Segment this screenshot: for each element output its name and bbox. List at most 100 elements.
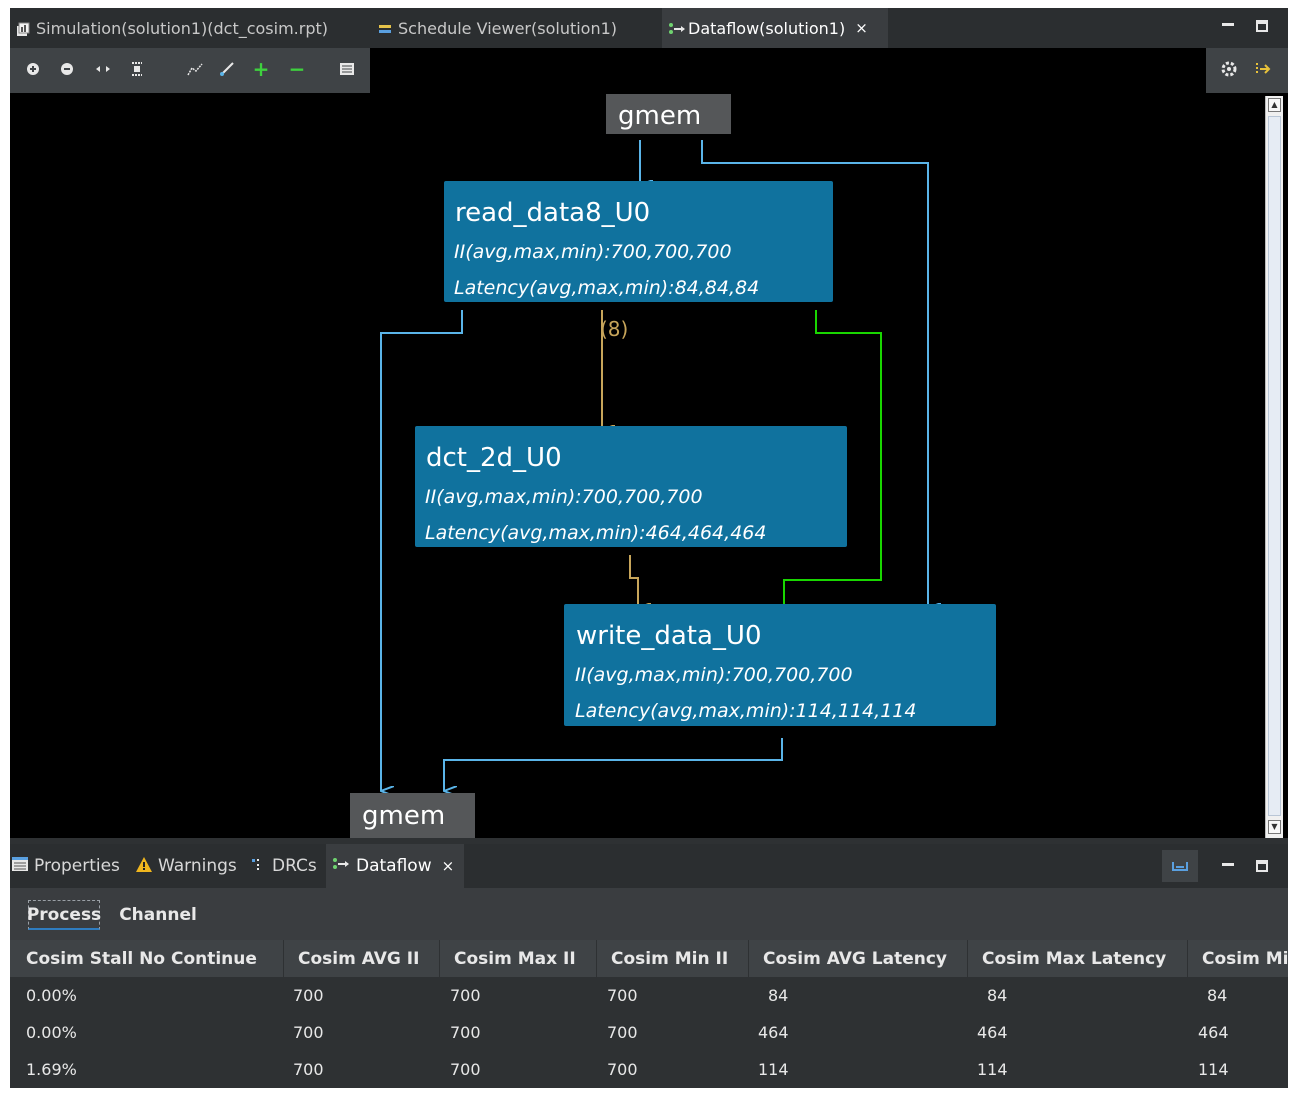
tab-label: Properties bbox=[34, 856, 120, 876]
table-cell: 0.00% bbox=[26, 986, 77, 1005]
report-icon bbox=[16, 21, 30, 36]
close-icon[interactable]: × bbox=[855, 19, 868, 37]
dataflow-canvas[interactable]: (8) gmem read_data8_U0 II(avg,max,min):7… bbox=[10, 48, 1288, 838]
zoom-in-icon[interactable] bbox=[24, 60, 42, 78]
column-header[interactable]: Cosim Mi bbox=[1188, 940, 1288, 977]
tab-label: Dataflow(solution1) bbox=[688, 18, 846, 38]
table-cell: 114 bbox=[1198, 1060, 1229, 1079]
table-cell: 700 bbox=[450, 1023, 481, 1042]
table-row[interactable]: 1.69% 700 700 700 114 114 114 bbox=[10, 1051, 1288, 1088]
schedule-icon bbox=[378, 21, 392, 35]
table-cell: 700 bbox=[293, 1023, 324, 1042]
tab-channel[interactable]: Channel bbox=[118, 900, 198, 930]
show-path-icon[interactable] bbox=[186, 60, 204, 78]
graph-toolbar-right bbox=[1206, 48, 1288, 93]
dataflow-icon bbox=[332, 857, 350, 875]
tab-properties[interactable]: Properties bbox=[12, 844, 126, 888]
node-ii: II(avg,max,min):700,700,700 bbox=[425, 486, 703, 508]
bottom-tab-bar: Properties Warnings DRCs Dataflow × bbox=[10, 844, 1288, 888]
tab-warnings[interactable]: Warnings bbox=[136, 844, 240, 888]
node-title: dct_2d_U0 bbox=[426, 443, 562, 473]
node-latency: Latency(avg,max,min):84,84,84 bbox=[454, 277, 759, 299]
tab-label: Simulation(solution1)(dct_cosim.rpt) bbox=[36, 18, 329, 38]
expand-icon[interactable]: + bbox=[252, 57, 270, 81]
warning-icon bbox=[136, 856, 152, 876]
node-read-data8[interactable]: read_data8_U0 II(avg,max,min):700,700,70… bbox=[444, 181, 833, 302]
table-cell: 464 bbox=[758, 1023, 789, 1042]
edge-read-to-gmem bbox=[380, 310, 463, 791]
tab-process[interactable]: Process bbox=[27, 900, 101, 930]
node-latency: Latency(avg,max,min):464,464,464 bbox=[425, 522, 766, 544]
table-cell: 464 bbox=[977, 1023, 1008, 1042]
tab-label: Warnings bbox=[158, 856, 237, 876]
tab-label: Dataflow bbox=[356, 856, 432, 876]
tab-label: DRCs bbox=[272, 856, 317, 876]
table-cell: 700 bbox=[450, 986, 481, 1005]
graph-toolbar: + − bbox=[10, 48, 370, 93]
table-cell: 700 bbox=[607, 986, 638, 1005]
column-header[interactable]: Cosim AVG Latency bbox=[749, 940, 968, 977]
collapse-icon[interactable]: − bbox=[288, 57, 306, 81]
scrollbar-thumb[interactable] bbox=[1268, 116, 1281, 816]
table-cell: 700 bbox=[450, 1060, 481, 1079]
scroll-up-icon[interactable]: ▲ bbox=[1268, 98, 1281, 112]
edge-dct-to-write bbox=[629, 555, 638, 608]
zoom-out-icon[interactable] bbox=[58, 60, 76, 78]
column-header[interactable]: Cosim Stall No Continue bbox=[12, 940, 284, 977]
column-header[interactable]: Cosim Min II bbox=[597, 940, 749, 977]
node-title: read_data8_U0 bbox=[455, 198, 650, 228]
tab-schedule-viewer[interactable]: Schedule Viewer(solution1) bbox=[378, 8, 648, 48]
vitis-hls-window: Simulation(solution1)(dct_cosim.rpt) Sch… bbox=[10, 8, 1288, 1088]
maximize-icon[interactable] bbox=[1256, 20, 1268, 32]
layout-icon[interactable] bbox=[338, 60, 356, 78]
minimize-icon[interactable] bbox=[1222, 20, 1234, 26]
highlight-icon[interactable] bbox=[218, 60, 236, 78]
node-dct-2d[interactable]: dct_2d_U0 II(avg,max,min):700,700,700 La… bbox=[415, 426, 847, 547]
column-header[interactable]: Cosim Max Latency bbox=[968, 940, 1188, 977]
dataflow-subtabs: Process Channel bbox=[10, 888, 1288, 940]
tab-label: Schedule Viewer(solution1) bbox=[398, 18, 618, 38]
tab-simulation-report[interactable]: Simulation(solution1)(dct_cosim.rpt) bbox=[12, 8, 372, 48]
node-ii: II(avg,max,min):700,700,700 bbox=[575, 664, 853, 686]
settings-icon[interactable] bbox=[1220, 60, 1238, 78]
node-ii: II(avg,max,min):700,700,700 bbox=[454, 241, 732, 263]
table-cell: 84 bbox=[768, 986, 789, 1005]
export-icon[interactable] bbox=[1254, 60, 1272, 78]
column-header[interactable]: Cosim AVG II bbox=[284, 940, 440, 977]
close-icon[interactable]: × bbox=[442, 857, 455, 875]
properties-icon bbox=[12, 857, 28, 875]
table-cell: 1.69% bbox=[26, 1060, 77, 1079]
node-write-data[interactable]: write_data_U0 II(avg,max,min):700,700,70… bbox=[564, 604, 996, 726]
column-header[interactable]: Cosim Max II bbox=[440, 940, 597, 977]
table-cell: 464 bbox=[1198, 1023, 1229, 1042]
gmem-bottom-node[interactable]: gmem bbox=[350, 793, 475, 838]
vertical-scrollbar[interactable]: ▲ ▼ bbox=[1265, 96, 1283, 838]
process-table: Cosim Stall No Continue Cosim AVG II Cos… bbox=[10, 940, 1288, 1088]
table-cell: 114 bbox=[977, 1060, 1008, 1079]
editor-tab-bar: Simulation(solution1)(dct_cosim.rpt) Sch… bbox=[10, 8, 1288, 48]
table-cell: 700 bbox=[293, 1060, 324, 1079]
tab-dataflow-panel[interactable]: Dataflow × bbox=[326, 844, 464, 888]
fit-page-icon[interactable] bbox=[128, 60, 146, 78]
maximize-icon[interactable] bbox=[1256, 860, 1268, 872]
tab-drcs[interactable]: DRCs bbox=[252, 844, 324, 888]
table-cell: 700 bbox=[607, 1060, 638, 1079]
edge-write-to-gmem bbox=[443, 738, 783, 791]
table-row[interactable]: 0.00% 700 700 700 464 464 464 bbox=[10, 1014, 1288, 1051]
restore-panel-icon[interactable] bbox=[1162, 850, 1198, 882]
table-row[interactable]: 0.00% 700 700 700 84 84 84 bbox=[10, 977, 1288, 1014]
channel-depth-label: (8) bbox=[600, 317, 628, 341]
gmem-top-node[interactable]: gmem bbox=[606, 94, 731, 134]
scroll-down-icon[interactable]: ▼ bbox=[1268, 820, 1281, 834]
table-cell: 700 bbox=[293, 986, 324, 1005]
dataflow-graph: (8) gmem read_data8_U0 II(avg,max,min):7… bbox=[350, 94, 996, 838]
minimize-icon[interactable] bbox=[1222, 860, 1234, 866]
dataflow-icon bbox=[668, 21, 685, 35]
table-cell: 114 bbox=[758, 1060, 789, 1079]
table-header-row: Cosim Stall No Continue Cosim AVG II Cos… bbox=[10, 940, 1288, 977]
tab-dataflow-editor[interactable]: Dataflow(solution1) × bbox=[662, 8, 888, 48]
table-cell: 84 bbox=[1207, 986, 1228, 1005]
table-cell: 700 bbox=[607, 1023, 638, 1042]
node-title: write_data_U0 bbox=[576, 621, 762, 651]
fit-width-icon[interactable] bbox=[94, 60, 112, 78]
